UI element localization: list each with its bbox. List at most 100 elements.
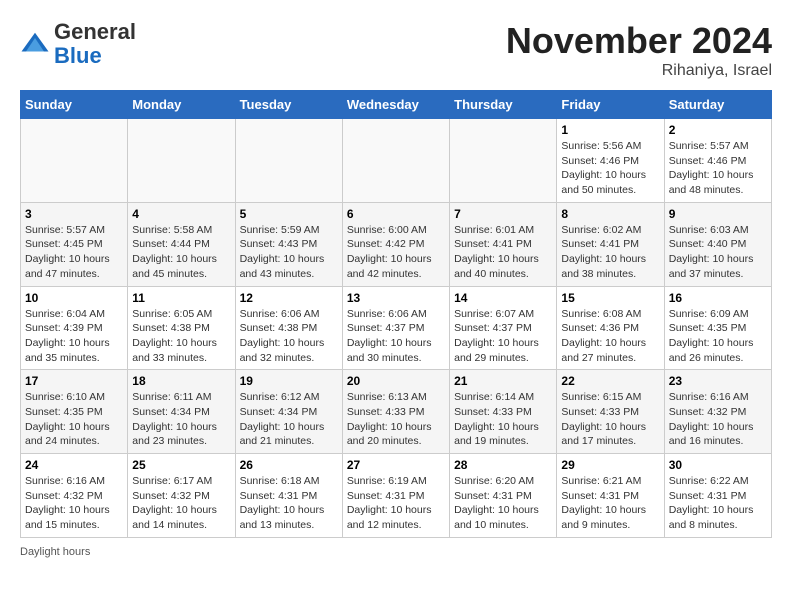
calendar-cell: 21Sunrise: 6:14 AMSunset: 4:33 PMDayligh… [450,370,557,454]
calendar-cell: 1Sunrise: 5:56 AMSunset: 4:46 PMDaylight… [557,119,664,203]
day-info: Sunrise: 6:12 AMSunset: 4:34 PMDaylight:… [240,390,338,449]
calendar-week-row: 17 Sunrise: 6:10 AMSunset: 4:35 PMDayligh… [21,370,772,454]
day-number: 4 [132,207,230,221]
day-info: Sunrise: 5:57 AMSunset: 4:45 PMDaylight:… [25,223,123,282]
footer-note: Daylight hours [20,546,772,558]
logo: General Blue [20,20,136,68]
day-info: Sunrise: 6:05 AMSunset: 4:38 PMDaylight:… [132,307,230,366]
calendar-cell: 19 Sunrise: 6:12 AMSunset: 4:34 PMDayligh… [235,370,342,454]
day-header-saturday: Saturday [664,91,771,119]
page-header: General Blue November 2024 Rihaniya, Isr… [20,20,772,80]
day-number: 23 [669,374,767,388]
calendar-cell: 27Sunrise: 6:19 AMSunset: 4:31 PMDayligh… [342,454,449,538]
calendar-cell: 6 Sunrise: 6:00 AMSunset: 4:42 PMDaylight… [342,202,449,286]
day-info: Sunrise: 6:06 AMSunset: 4:37 PMDaylight:… [347,307,445,366]
calendar-cell: 7 Sunrise: 6:01 AMSunset: 4:41 PMDaylight… [450,202,557,286]
calendar-cell: 28 Sunrise: 6:20 AMSunset: 4:31 PMDayligh… [450,454,557,538]
day-info: Sunrise: 6:06 AMSunset: 4:38 PMDaylight:… [240,307,338,366]
day-number: 11 [132,291,230,305]
day-header-monday: Monday [128,91,235,119]
day-number: 15 [561,291,659,305]
calendar-header-row: SundayMondayTuesdayWednesdayThursdayFrid… [21,91,772,119]
calendar-week-row: 10Sunrise: 6:04 AMSunset: 4:39 PMDayligh… [21,286,772,370]
month-title: November 2024 [506,20,772,62]
calendar-cell: 11 Sunrise: 6:05 AMSunset: 4:38 PMDayligh… [128,286,235,370]
calendar-table: SundayMondayTuesdayWednesdayThursdayFrid… [20,90,772,538]
calendar-cell [342,119,449,203]
day-header-thursday: Thursday [450,91,557,119]
day-info: Sunrise: 6:02 AMSunset: 4:41 PMDaylight:… [561,223,659,282]
calendar-cell: 18 Sunrise: 6:11 AMSunset: 4:34 PMDayligh… [128,370,235,454]
day-info: Sunrise: 6:09 AMSunset: 4:35 PMDaylight:… [669,307,767,366]
day-number: 14 [454,291,552,305]
calendar-cell: 16 Sunrise: 6:09 AMSunset: 4:35 PMDayligh… [664,286,771,370]
day-number: 5 [240,207,338,221]
calendar-cell: 29Sunrise: 6:21 AMSunset: 4:31 PMDayligh… [557,454,664,538]
day-info: Sunrise: 5:57 AMSunset: 4:46 PMDaylight:… [669,139,767,198]
calendar-cell: 12Sunrise: 6:06 AMSunset: 4:38 PMDayligh… [235,286,342,370]
day-number: 18 [132,374,230,388]
day-number: 19 [240,374,338,388]
day-info: Sunrise: 6:08 AMSunset: 4:36 PMDaylight:… [561,307,659,366]
day-info: Sunrise: 6:11 AMSunset: 4:34 PMDaylight:… [132,390,230,449]
calendar-cell: 13 Sunrise: 6:06 AMSunset: 4:37 PMDayligh… [342,286,449,370]
day-number: 24 [25,458,123,472]
day-number: 13 [347,291,445,305]
day-header-wednesday: Wednesday [342,91,449,119]
logo-blue: Blue [54,43,102,68]
day-info: Sunrise: 6:07 AMSunset: 4:37 PMDaylight:… [454,307,552,366]
calendar-cell: 30 Sunrise: 6:22 AMSunset: 4:31 PMDayligh… [664,454,771,538]
logo-icon [20,29,50,59]
calendar-cell: 17 Sunrise: 6:10 AMSunset: 4:35 PMDayligh… [21,370,128,454]
day-info: Sunrise: 6:14 AMSunset: 4:33 PMDaylight:… [454,390,552,449]
calendar-cell: 3 Sunrise: 5:57 AMSunset: 4:45 PMDaylight… [21,202,128,286]
day-number: 25 [132,458,230,472]
calendar-cell: 14 Sunrise: 6:07 AMSunset: 4:37 PMDayligh… [450,286,557,370]
calendar-week-row: 3 Sunrise: 5:57 AMSunset: 4:45 PMDaylight… [21,202,772,286]
calendar-week-row: 24 Sunrise: 6:16 AMSunset: 4:32 PMDayligh… [21,454,772,538]
day-number: 16 [669,291,767,305]
day-number: 7 [454,207,552,221]
day-info: Sunrise: 6:17 AMSunset: 4:32 PMDaylight:… [132,474,230,533]
calendar-cell: 20Sunrise: 6:13 AMSunset: 4:33 PMDayligh… [342,370,449,454]
calendar-cell [21,119,128,203]
calendar-cell [235,119,342,203]
day-info: Sunrise: 6:22 AMSunset: 4:31 PMDaylight:… [669,474,767,533]
day-number: 22 [561,374,659,388]
day-info: Sunrise: 6:04 AMSunset: 4:39 PMDaylight:… [25,307,123,366]
day-number: 2 [669,123,767,137]
title-block: November 2024 Rihaniya, Israel [506,20,772,80]
day-number: 3 [25,207,123,221]
day-number: 20 [347,374,445,388]
logo-text: General Blue [54,20,136,68]
calendar-cell [450,119,557,203]
day-number: 30 [669,458,767,472]
day-info: Sunrise: 6:20 AMSunset: 4:31 PMDaylight:… [454,474,552,533]
day-info: Sunrise: 6:10 AMSunset: 4:35 PMDaylight:… [25,390,123,449]
day-info: Sunrise: 6:16 AMSunset: 4:32 PMDaylight:… [669,390,767,449]
day-info: Sunrise: 5:59 AMSunset: 4:43 PMDaylight:… [240,223,338,282]
day-info: Sunrise: 6:19 AMSunset: 4:31 PMDaylight:… [347,474,445,533]
day-info: Sunrise: 6:01 AMSunset: 4:41 PMDaylight:… [454,223,552,282]
calendar-cell: 25 Sunrise: 6:17 AMSunset: 4:32 PMDayligh… [128,454,235,538]
day-number: 8 [561,207,659,221]
calendar-cell: 4Sunrise: 5:58 AMSunset: 4:44 PMDaylight… [128,202,235,286]
day-number: 29 [561,458,659,472]
day-number: 28 [454,458,552,472]
day-header-sunday: Sunday [21,91,128,119]
calendar-cell: 2 Sunrise: 5:57 AMSunset: 4:46 PMDaylight… [664,119,771,203]
day-info: Sunrise: 6:18 AMSunset: 4:31 PMDaylight:… [240,474,338,533]
day-info: Sunrise: 5:56 AMSunset: 4:46 PMDaylight:… [561,139,659,198]
calendar-cell: 22Sunrise: 6:15 AMSunset: 4:33 PMDayligh… [557,370,664,454]
day-number: 17 [25,374,123,388]
day-info: Sunrise: 6:16 AMSunset: 4:32 PMDaylight:… [25,474,123,533]
day-info: Sunrise: 6:00 AMSunset: 4:42 PMDaylight:… [347,223,445,282]
calendar-cell: 15 Sunrise: 6:08 AMSunset: 4:36 PMDayligh… [557,286,664,370]
calendar-cell: 9Sunrise: 6:03 AMSunset: 4:40 PMDaylight… [664,202,771,286]
location-subtitle: Rihaniya, Israel [506,62,772,80]
day-header-friday: Friday [557,91,664,119]
day-info: Sunrise: 6:03 AMSunset: 4:40 PMDaylight:… [669,223,767,282]
day-number: 6 [347,207,445,221]
calendar-week-row: 1Sunrise: 5:56 AMSunset: 4:46 PMDaylight… [21,119,772,203]
calendar-cell: 23 Sunrise: 6:16 AMSunset: 4:32 PMDayligh… [664,370,771,454]
